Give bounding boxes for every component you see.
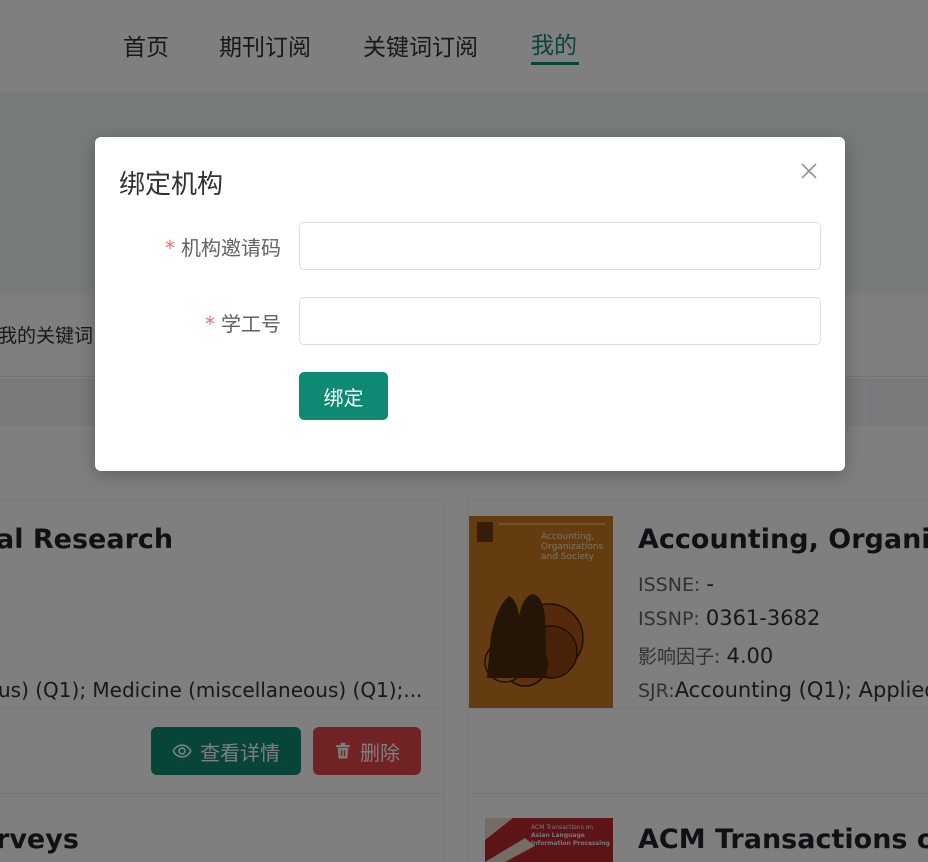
invite-code-label: * 机构邀请码 xyxy=(165,236,281,260)
dialog-title: 绑定机构 xyxy=(119,170,224,200)
employee-id-label: * 学工号 xyxy=(205,312,281,336)
invite-code-input[interactable] xyxy=(299,222,821,270)
bind-institution-dialog: 绑定机构 * 机构邀请码 * 学工号 绑定 xyxy=(95,137,845,471)
bind-button[interactable]: 绑定 xyxy=(299,372,388,420)
required-mark: * xyxy=(165,236,175,260)
required-mark: * xyxy=(205,312,215,336)
employee-id-input[interactable] xyxy=(299,297,821,345)
close-icon[interactable] xyxy=(799,161,819,181)
